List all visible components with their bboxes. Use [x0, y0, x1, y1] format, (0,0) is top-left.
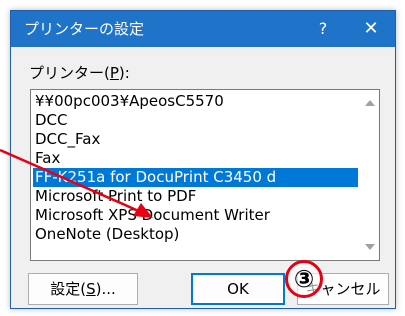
scroll-down-icon[interactable]: [365, 244, 375, 250]
printer-item[interactable]: Microsoft XPS Document Writer: [33, 206, 358, 225]
printer-item[interactable]: DCC: [33, 111, 358, 130]
close-button[interactable]: ✕: [359, 17, 383, 41]
printer-item[interactable]: DCC_Fax: [33, 130, 358, 149]
settings-label-prefix: 設定(: [50, 280, 87, 298]
settings-button[interactable]: 設定(S)...: [28, 273, 138, 305]
printer-item[interactable]: OneNote (Desktop): [33, 225, 358, 244]
printer-item[interactable]: Fax: [33, 149, 358, 168]
title-bar: プリンターの設定 ? ✕: [11, 11, 395, 47]
dialog-title: プリンターの設定: [24, 20, 145, 38]
printer-settings-dialog: プリンターの設定 ? ✕ プリンター(P): ¥¥00pc003¥ApeosC5…: [10, 10, 396, 309]
printer-label-suffix: ):: [118, 64, 130, 82]
step-number-badge: ③: [285, 260, 323, 298]
ok-button[interactable]: OK: [191, 273, 285, 305]
printer-item[interactable]: Microsoft Print to PDF: [33, 187, 358, 206]
printer-label: プリンター(P):: [29, 64, 130, 82]
help-button[interactable]: ?: [311, 17, 335, 41]
list-scrollbar[interactable]: [361, 90, 379, 260]
printer-label-prefix: プリンター(: [29, 64, 110, 82]
printer-item-selected[interactable]: FF-K251a for DocuPrint C3450 d: [33, 168, 358, 187]
printer-list[interactable]: ¥¥00pc003¥ApeosC5570 DCC DCC_Fax Fax FF-…: [30, 89, 380, 261]
settings-label-suffix: )...: [95, 280, 116, 298]
printer-item[interactable]: ¥¥00pc003¥ApeosC5570: [33, 92, 358, 111]
settings-accelerator: S: [86, 280, 96, 298]
printer-label-accelerator: P: [109, 64, 119, 82]
scroll-up-icon[interactable]: [365, 100, 375, 106]
